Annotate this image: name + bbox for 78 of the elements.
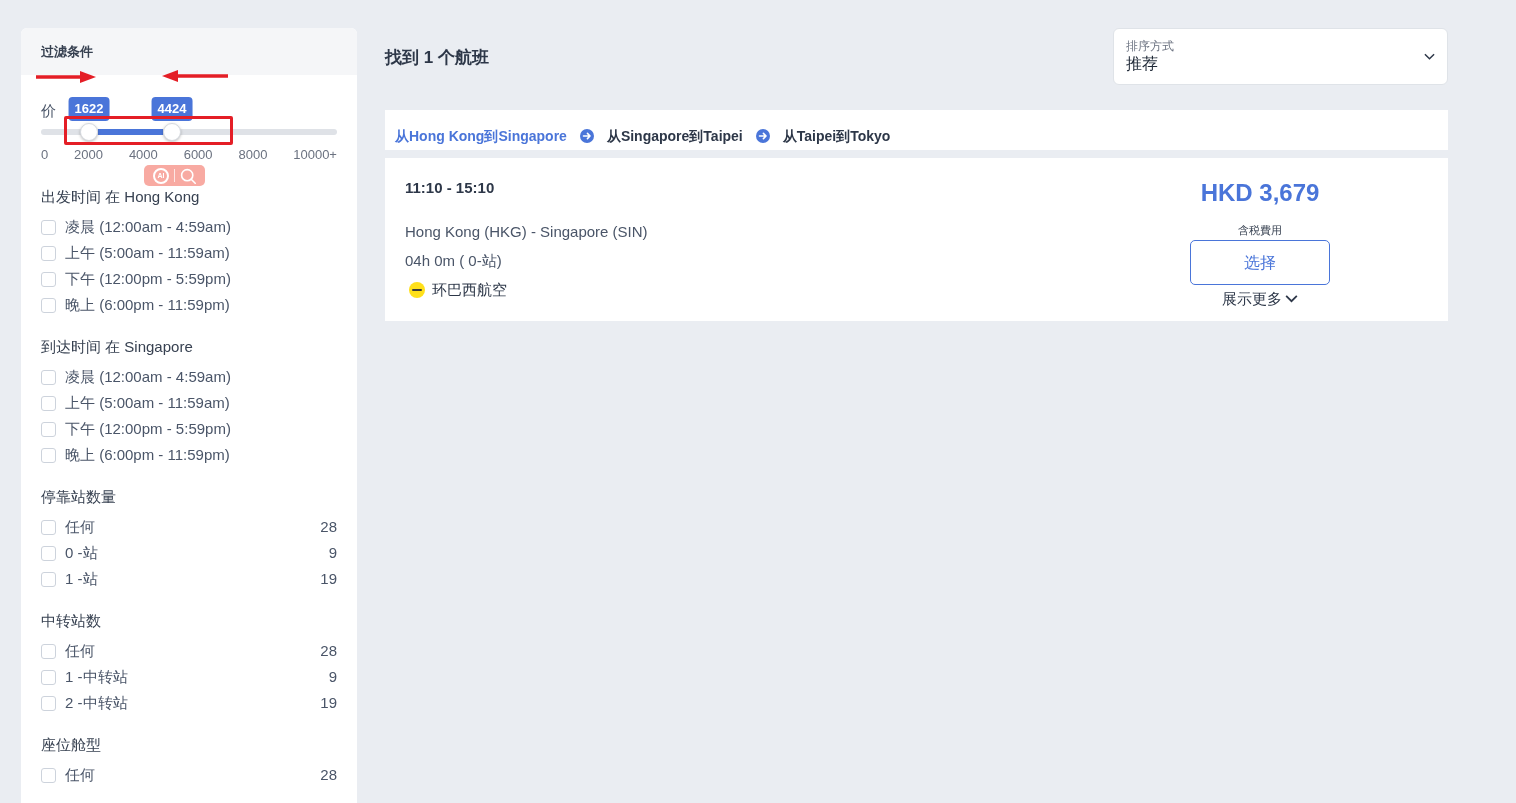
filter-option-count: 28 [320,765,337,785]
airline-name: 环巴西航空 [432,280,507,300]
checkbox[interactable] [41,369,56,385]
leg-tab[interactable]: 从Hong Kong到Singapore [395,127,567,145]
filter-option-label: 0 -站 [65,543,98,563]
checkbox[interactable] [41,245,56,261]
slider-handle[interactable] [80,123,98,141]
sort-dropdown[interactable]: 排序方式 推荐 [1113,28,1448,85]
filter-group-title: 停靠站数量 [41,487,117,507]
checkbox[interactable] [41,219,56,235]
leg-tab[interactable]: 从Singapore到Taipei [606,127,743,145]
slider-tick-label: 6000 [183,146,213,164]
right-arrow-icon [36,70,96,84]
checkbox[interactable] [41,297,56,313]
flight-duration: 04h 0m ( 0-站) [405,251,502,271]
filter-panel-title: 过滤条件 [41,42,93,61]
filter-option-label: 下午 (12:00pm - 5:59pm) [65,419,231,439]
checkbox[interactable] [41,519,56,535]
sort-label: 排序方式 [1126,38,1174,53]
flight-times: 11:10 - 15:10 [405,178,495,198]
checkbox[interactable] [41,643,56,659]
filter-group-title: 座位舱型 [41,735,102,755]
filter-option-count: 9 [328,667,337,687]
price-slider-fill [98,129,163,135]
checkbox[interactable] [41,545,56,561]
filter-option-label: 凌晨 (12:00am - 4:59am) [65,217,231,237]
checkbox[interactable] [41,421,56,437]
sort-value: 推荐 [1126,53,1159,74]
filter-option-count: 28 [320,641,337,661]
checkbox[interactable] [41,695,56,711]
filter-group-title: 中转站数 [41,611,102,631]
filter-option-label: 1 -中转站 [65,667,128,687]
filter-option-label: 任何 [65,765,95,785]
arrow-circle-icon [579,129,594,143]
slider-tick-label: 0 [41,146,49,164]
checkbox[interactable] [41,571,56,587]
slider-tick-label: 10000+ [293,146,337,164]
left-arrow-icon [162,69,228,83]
price-filter-title: 价 [41,101,56,121]
slider-tick-label: 2000 [74,146,103,164]
filter-option-label: 1 -站 [65,569,98,589]
filter-option-label: 2 -中转站 [65,693,128,713]
price-note: 含税費用 [1238,223,1282,237]
slider-value-badge: 4424 [151,97,193,121]
filter-option-label: 上午 (5:00am - 11:59am) [65,243,230,263]
slider-tick-label: 8000 [238,146,268,164]
filter-option-label: 上午 (5:00am - 11:59am) [65,393,230,413]
filter-group-title: 到达时间 在 Singapore [41,337,194,357]
filter-option-label: 晚上 (6:00pm - 11:59pm) [65,295,230,315]
arrow-circle-icon [755,129,770,143]
filter-option-count: 19 [320,569,337,589]
filter-option-label: 任何 [65,641,95,661]
checkbox[interactable] [41,669,56,685]
filter-option-count: 9 [328,543,337,563]
chevron-down-icon [1285,295,1298,303]
chevron-down-icon [1424,53,1435,60]
flight-route: Hong Kong (HKG) - Singapore (SIN) [405,222,648,242]
slider-value-badge: 1622 [68,97,110,121]
show-more-button[interactable]: 展示更多 [1222,289,1298,309]
slider-tick-label: 4000 [128,146,158,164]
checkbox[interactable] [41,767,56,783]
results-heading: 找到 1 个航班 [385,47,489,70]
filter-option-count: 28 [320,517,337,537]
checkbox[interactable] [41,395,56,411]
filter-option-label: 任何 [65,517,95,537]
select-button[interactable]: 选择 [1190,240,1330,285]
filter-option-count: 19 [320,693,337,713]
flight-price: HKD 3,679 [1200,179,1320,207]
slider-handle[interactable] [162,123,181,141]
checkbox[interactable] [41,447,56,463]
filter-option-label: 凌晨 (12:00am - 4:59am) [65,367,231,387]
checkbox[interactable] [41,271,56,287]
filter-option-label: 晚上 (6:00pm - 11:59pm) [65,445,230,465]
filter-option-label: 下午 (12:00pm - 5:59pm) [65,269,231,289]
leg-tab[interactable]: 从Taipei到Tokyo [782,127,891,145]
airline-logo-icon [409,282,425,298]
search-icon[interactable] [180,167,196,184]
filter-group-title: 出发时间 在 Hong Kong [41,187,201,207]
